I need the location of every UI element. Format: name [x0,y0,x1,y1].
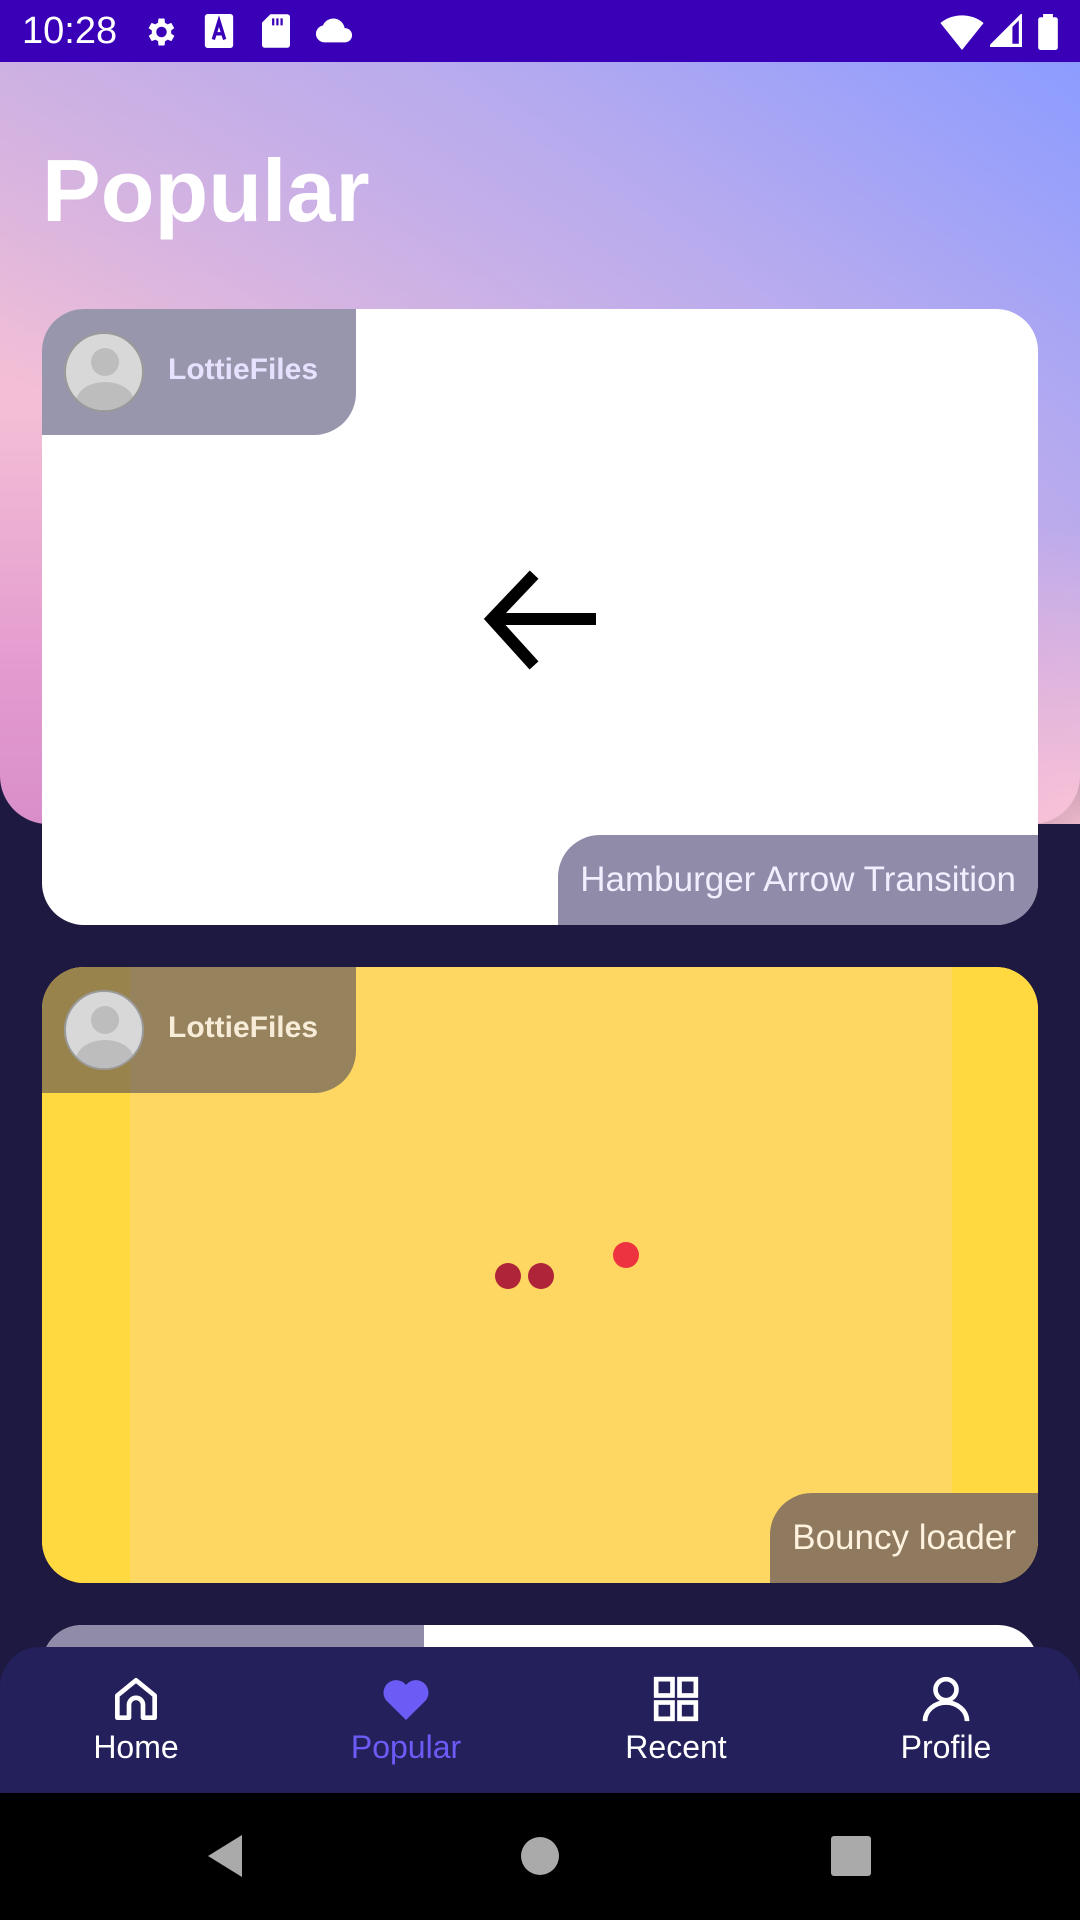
nav-profile[interactable]: Profile [846,1647,1046,1793]
nav-label: Recent [625,1729,727,1765]
animation-card[interactable]: LottieFiles Hamburger Arrow Transition [42,309,1038,925]
animation-title: Bouncy loader [770,1493,1038,1583]
recents-square-icon[interactable] [831,1836,871,1876]
grid-icon [653,1676,699,1722]
back-icon[interactable] [204,1833,246,1879]
card-stripe [952,967,1038,1583]
author-tag: LottieFiles [42,967,356,1093]
heart-icon [383,1680,429,1720]
avatar [64,332,144,412]
author-tag: LottieFiles [42,309,356,435]
sd-card-icon [262,14,290,48]
animation-card[interactable]: LottieFiles Bouncy loader [42,967,1038,1583]
loader-dot [613,1242,639,1268]
status-time: 10:28 [22,10,118,52]
home-circle-icon[interactable] [520,1836,560,1876]
avatar [64,990,144,1070]
nav-label: Home [93,1729,179,1765]
nav-home[interactable]: Home [36,1647,236,1793]
author-name: LottieFiles [168,353,319,386]
page-title: Popular [42,141,370,240]
nav-label: Popular [350,1729,462,1765]
signal-icon [990,14,1022,47]
cloud-icon [315,18,353,43]
font-icon [204,14,234,48]
gear-icon [148,18,175,46]
loader-dot [528,1263,554,1289]
arrow-left-icon [483,570,596,670]
battery-icon [1038,14,1058,50]
status-bar: 10:28 [0,0,1080,62]
author-name: LottieFiles [168,1011,319,1044]
person-icon [922,1676,970,1722]
loader-dot [495,1263,521,1289]
system-navigation-bar [0,1793,1080,1920]
home-icon [115,1678,158,1720]
wifi-icon [940,15,984,50]
animation-title: Hamburger Arrow Transition [558,835,1038,925]
nav-popular[interactable]: Popular [306,1647,506,1793]
nav-label: Profile [900,1729,992,1765]
bottom-navigation: Home Popular Recent Profile [0,1647,1080,1793]
nav-recent[interactable]: Recent [576,1647,776,1793]
